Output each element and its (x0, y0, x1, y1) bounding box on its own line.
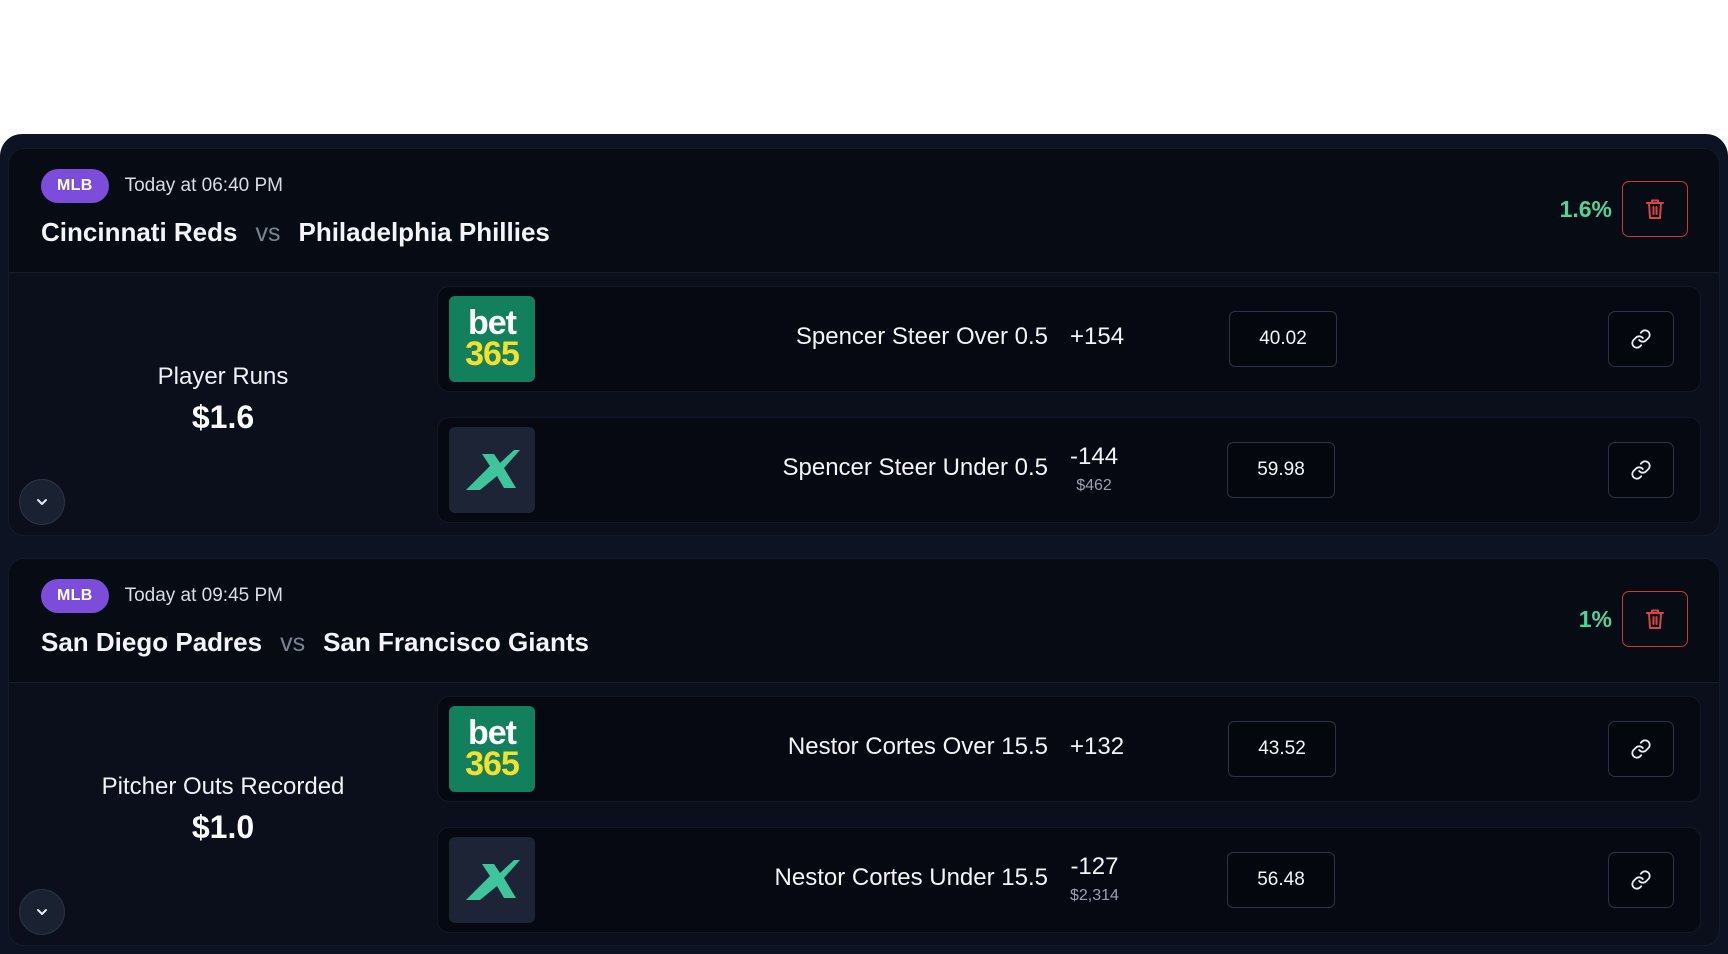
x-book-icon (466, 860, 520, 900)
bet365-logo: bet 365 (449, 706, 535, 792)
bet-row: Spencer Steer Under 0.5 -144 $462 59.98 (437, 417, 1701, 523)
profit-amount: $1.6 (191, 398, 255, 435)
bet-selection: Nestor Cortes Over 15.5 (787, 733, 1048, 760)
vs-label: vs (280, 629, 306, 657)
event-card: MLB Today at 09:45 PM San Diego Padres v… (8, 558, 1720, 946)
event-header: MLB Today at 09:45 PM San Diego Padres v… (9, 559, 1719, 683)
market-summary: Pitcher Outs Recorded $1.0 (9, 683, 437, 945)
link-icon (1631, 329, 1651, 349)
odds-block: -127 $2,314 (1070, 853, 1119, 905)
link-icon (1631, 870, 1651, 890)
logo-text-bottom: 365 (465, 745, 520, 783)
bet-limit: $462 (1076, 477, 1112, 494)
bet-odds: +132 (1070, 733, 1125, 760)
trash-icon (1646, 609, 1664, 629)
event-header: MLB Today at 06:40 PM Cincinnati Reds vs… (9, 149, 1719, 273)
link-icon (1631, 739, 1651, 759)
vs-label: vs (255, 219, 281, 247)
matchup: San Diego Padres vs San Francisco Giants (41, 627, 1687, 658)
chevron-down-icon (37, 909, 47, 915)
bet-odds: +154 (1070, 323, 1125, 350)
profit-amount: $1.0 (191, 808, 255, 845)
stake-input[interactable]: 43.52 (1228, 721, 1336, 777)
away-team: Philadelphia Phillies (298, 217, 550, 247)
chevron-down-icon (37, 499, 47, 505)
bet-selection: Nestor Cortes Under 15.5 (774, 864, 1048, 891)
trash-icon (1646, 199, 1664, 219)
bet-odds: -144 (1070, 443, 1119, 470)
bet365-logo: bet 365 (449, 296, 535, 382)
bet-list: bet 365 Spencer Steer Over 0.5 +154 40.0… (437, 273, 1701, 535)
bet-list: bet 365 Nestor Cortes Over 15.5 +132 43.… (437, 683, 1701, 945)
expand-button[interactable] (19, 479, 65, 525)
logo-text-bottom: 365 (465, 335, 520, 373)
x-book-icon (466, 450, 520, 490)
bet-row: bet 365 Nestor Cortes Over 15.5 +132 43.… (437, 696, 1701, 802)
event-time: Today at 09:45 PM (124, 585, 283, 606)
event-card: MLB Today at 06:40 PM Cincinnati Reds vs… (8, 148, 1720, 536)
league-badge: MLB (41, 579, 109, 613)
bet-row: Nestor Cortes Under 15.5 -127 $2,314 56.… (437, 827, 1701, 933)
bet-selection: Spencer Steer Over 0.5 (795, 323, 1048, 350)
expand-button[interactable] (19, 889, 65, 935)
delete-button[interactable] (1622, 181, 1688, 237)
event-time: Today at 06:40 PM (124, 175, 283, 196)
away-team: San Francisco Giants (323, 627, 589, 657)
profit-percent: 1.6% (1559, 195, 1612, 222)
league-badge: MLB (41, 169, 109, 203)
bet-limit: $2,314 (1070, 887, 1119, 904)
link-icon (1631, 460, 1651, 480)
logo-text-top: bet (468, 714, 517, 752)
odds-block: -144 $462 (1070, 443, 1118, 495)
stake-input[interactable]: 59.98 (1227, 442, 1335, 498)
stake-input[interactable]: 40.02 (1229, 311, 1337, 367)
market-name: Player Runs (157, 362, 289, 390)
home-team: San Diego Padres (41, 627, 263, 657)
home-team: Cincinnati Reds (41, 217, 238, 247)
bet-odds: -127 (1070, 853, 1119, 880)
profit-percent: 1% (1578, 605, 1612, 632)
open-link-button[interactable] (1608, 721, 1674, 777)
matchup: Cincinnati Reds vs Philadelphia Phillies (41, 217, 1687, 248)
page-top-margin (0, 0, 1728, 134)
stake-input[interactable]: 56.48 (1227, 852, 1335, 908)
open-link-button[interactable] (1608, 442, 1674, 498)
sportsbook-x-logo (449, 427, 535, 513)
delete-button[interactable] (1622, 591, 1688, 647)
open-link-button[interactable] (1608, 852, 1674, 908)
bet-selection: Spencer Steer Under 0.5 (782, 454, 1049, 481)
arbitrage-list: MLB Today at 06:40 PM Cincinnati Reds vs… (0, 134, 1728, 954)
open-link-button[interactable] (1608, 311, 1674, 367)
market-summary: Player Runs $1.6 (9, 273, 437, 535)
logo-text-top: bet (468, 304, 517, 342)
bet-row: bet 365 Spencer Steer Over 0.5 +154 40.0… (437, 286, 1701, 392)
market-name: Pitcher Outs Recorded (101, 772, 345, 800)
sportsbook-x-logo (449, 837, 535, 923)
